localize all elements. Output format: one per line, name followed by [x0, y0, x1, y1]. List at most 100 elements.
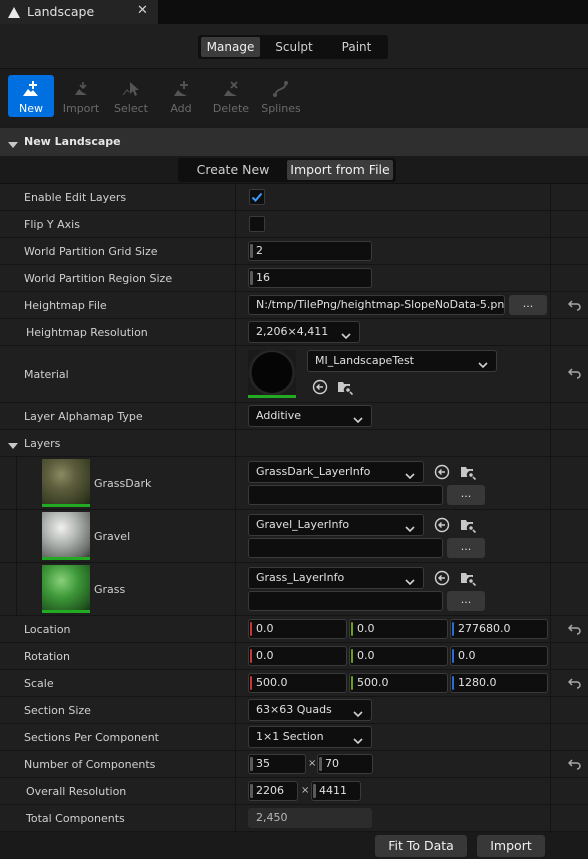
components-x-input[interactable]: 35	[248, 754, 306, 774]
splines-tool-button[interactable]: Splines	[258, 75, 304, 117]
reset-to-default-icon[interactable]	[567, 758, 581, 773]
resolution-x-input[interactable]: 2206	[248, 781, 298, 801]
flip-y-axis-checkbox[interactable]	[249, 216, 265, 232]
rotation-x-value: 0.0	[256, 649, 274, 662]
heightmap-browse-button[interactable]: ...	[509, 295, 547, 315]
times-sign: ×	[308, 758, 317, 769]
reset-to-default-icon[interactable]	[567, 677, 581, 692]
heightmap-resolution-dropdown[interactable]: 2,206×4,411	[248, 321, 360, 343]
tab-landscape[interactable]: Landscape ✕	[0, 0, 158, 24]
import-from-file-button[interactable]: Import from File	[287, 160, 393, 180]
select-tool-button[interactable]: Select	[108, 75, 154, 117]
heightmap-file-input[interactable]: N:/tmp/TilePng/heightmap-SlopeNoData-5.p…	[248, 295, 505, 315]
layer-info-dropdown[interactable]: Gravel_LayerInfo	[248, 514, 424, 536]
layer-thumbnail	[42, 512, 90, 560]
resolution-y-value: 4411	[319, 784, 347, 797]
wp-region-size-value: 16	[256, 271, 270, 284]
layer-path-input[interactable]	[248, 485, 443, 505]
layer-path-input[interactable]	[248, 538, 443, 558]
layer-thumbnail	[42, 565, 90, 613]
unreal-logo-icon	[7, 5, 21, 22]
sections-per-component-dropdown[interactable]: 1×1 Section	[248, 726, 372, 748]
browse-to-asset-icon[interactable]	[460, 517, 477, 536]
section-size-row: Section Size 63×63 Quads	[0, 697, 588, 724]
scale-row: Scale 500.0 500.0 1280.0	[0, 670, 588, 697]
footer: Fit To Data Import	[0, 832, 588, 859]
rotation-z-input[interactable]: 0.0	[450, 646, 548, 666]
layer-info-dropdown[interactable]: Grass_LayerInfo	[248, 567, 424, 589]
sections-per-component-label: Sections Per Component	[24, 731, 159, 744]
wp-region-size-row: World Partition Region Size 16	[0, 265, 588, 292]
layer-info-dropdown[interactable]: GrassDark_LayerInfo	[248, 461, 424, 483]
reset-to-default-icon[interactable]	[567, 367, 581, 382]
mode-paint[interactable]: Paint	[328, 37, 385, 57]
scale-z-input[interactable]: 1280.0	[450, 673, 548, 693]
reset-to-default-icon[interactable]	[567, 623, 581, 638]
new-tool-button[interactable]: New	[8, 75, 54, 117]
components-y-input[interactable]: 70	[317, 754, 373, 774]
material-dropdown[interactable]: MI_LandscapeTest	[307, 350, 497, 372]
layer-info-value: Gravel_LayerInfo	[256, 518, 350, 531]
layer-browse-button[interactable]: ...	[447, 538, 485, 558]
material-label: Material	[24, 368, 69, 381]
mode-selector: Manage Sculpt Paint	[198, 35, 388, 59]
scale-x-input[interactable]: 500.0	[248, 673, 347, 693]
material-thumbnail[interactable]	[248, 350, 296, 398]
use-selected-asset-icon[interactable]	[312, 379, 328, 398]
reset-to-default-icon[interactable]	[567, 299, 581, 314]
overall-resolution-label: Overall Resolution	[26, 785, 127, 798]
chevron-down-icon	[353, 732, 363, 752]
browse-to-asset-icon[interactable]	[460, 464, 477, 483]
resolution-y-input[interactable]: 4411	[311, 781, 361, 801]
overall-resolution-row: Overall Resolution 2206 × 4411	[0, 778, 588, 805]
heightmap-resolution-value: 2,206×4,411	[256, 325, 329, 338]
rotation-x-input[interactable]: 0.0	[248, 646, 347, 666]
wp-grid-size-input[interactable]: 2	[248, 241, 372, 261]
fit-to-data-button[interactable]: Fit To Data	[375, 835, 467, 857]
landscape-panel: Landscape ✕ Manage Sculpt Paint New Impo…	[0, 0, 588, 859]
add-tool-button[interactable]: Add	[158, 75, 204, 117]
location-row: Location 0.0 0.0 277680.0	[0, 616, 588, 643]
scale-y-value: 500.0	[357, 676, 389, 689]
import-tool-button[interactable]: Import	[58, 75, 104, 117]
scale-label: Scale	[24, 677, 54, 690]
location-y-input[interactable]: 0.0	[349, 619, 448, 639]
rotation-y-input[interactable]: 0.0	[349, 646, 448, 666]
source-selector-bar: Create New Import from File	[0, 156, 588, 184]
total-components-row: Total Components 2,450	[0, 805, 588, 832]
splines-tool-label: Splines	[261, 102, 301, 115]
use-selected-asset-icon[interactable]	[434, 570, 450, 589]
flip-y-axis-row: Flip Y Axis	[0, 211, 588, 238]
wp-region-size-input[interactable]: 16	[248, 268, 372, 288]
location-z-input[interactable]: 277680.0	[450, 619, 548, 639]
section-size-dropdown[interactable]: 63×63 Quads	[248, 699, 372, 721]
delete-tool-button[interactable]: Delete	[208, 75, 254, 117]
layer-browse-button[interactable]: ...	[447, 591, 485, 611]
enable-edit-layers-checkbox[interactable]	[249, 189, 265, 205]
layer-path-input[interactable]	[248, 591, 443, 611]
use-selected-asset-icon[interactable]	[434, 517, 450, 536]
create-new-button[interactable]: Create New	[180, 160, 286, 180]
new-landscape-section-header[interactable]: New Landscape	[0, 128, 588, 156]
browse-to-asset-icon[interactable]	[460, 570, 477, 589]
browse-to-asset-icon[interactable]	[337, 379, 354, 398]
tab-title: Landscape	[27, 4, 95, 19]
mode-manage[interactable]: Manage	[201, 37, 260, 57]
layer-alphamap-type-dropdown[interactable]: Additive	[248, 405, 372, 427]
number-of-components-row: Number of Components 35 × 70	[0, 751, 588, 778]
chevron-down-icon	[478, 356, 488, 376]
close-tab-icon[interactable]: ✕	[137, 3, 148, 18]
layer-info-value: Grass_LayerInfo	[256, 571, 345, 584]
layers-header-row[interactable]: Layers	[0, 430, 588, 457]
use-selected-asset-icon[interactable]	[434, 464, 450, 483]
mode-sculpt[interactable]: Sculpt	[264, 37, 324, 57]
section-title: New Landscape	[24, 135, 121, 148]
layer-browse-button[interactable]: ...	[447, 485, 485, 505]
add-icon	[174, 81, 188, 96]
collapse-arrow-icon	[8, 440, 18, 453]
number-of-components-label: Number of Components	[24, 758, 156, 771]
scale-y-input[interactable]: 500.0	[349, 673, 448, 693]
location-x-input[interactable]: 0.0	[248, 619, 347, 639]
import-button[interactable]: Import	[477, 835, 545, 857]
scale-x-value: 500.0	[256, 676, 288, 689]
